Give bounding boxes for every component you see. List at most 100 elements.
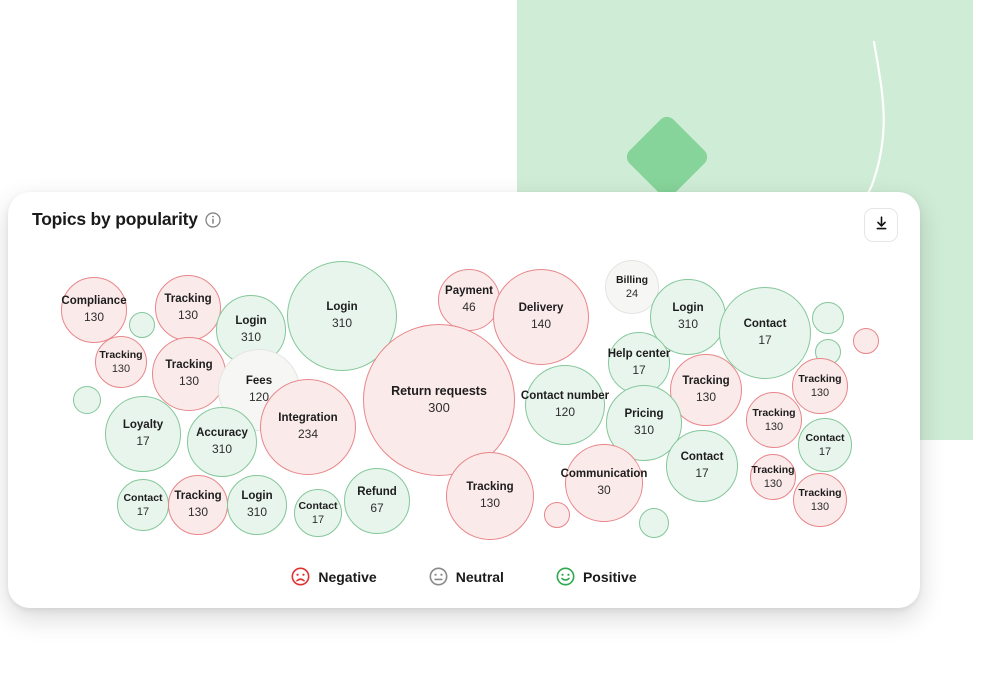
- bubble-label: Tracking: [682, 375, 730, 388]
- legend-label: Positive: [582, 568, 637, 585]
- download-button[interactable]: [864, 208, 898, 242]
- bubble-value: 300: [428, 399, 450, 415]
- smiling-face-icon: [556, 567, 575, 586]
- bubble-value: 67: [370, 500, 384, 515]
- bubble-value: 310: [677, 316, 699, 331]
- bubble-value: 310: [331, 315, 353, 330]
- bubble-value: 30: [597, 482, 611, 497]
- card-header: Topics by popularity: [8, 192, 920, 254]
- bubble-tracking[interactable]: Tracking 130: [746, 392, 802, 448]
- bubble-value: 120: [554, 404, 576, 419]
- bubble-value: 130: [111, 362, 131, 375]
- bubble-value: 17: [758, 332, 772, 347]
- bubble-contact[interactable]: Contact 17: [666, 430, 738, 502]
- bubble-contact[interactable]: Contact 17: [798, 418, 852, 472]
- bubble-payment[interactable]: Payment 46: [438, 269, 500, 331]
- bubble-refund[interactable]: Refund 67: [344, 468, 410, 534]
- bubble-tracking[interactable]: Tracking 130: [750, 454, 796, 500]
- bubble-tracking[interactable]: Tracking 130: [155, 275, 221, 341]
- bubble-value: 130: [764, 420, 784, 433]
- bubble-value: 310: [211, 441, 233, 456]
- bubble-label: Login: [241, 490, 273, 503]
- bubble-chart: Compliance 130 Tracking 130 Login 310 Login 310…: [8, 246, 920, 546]
- bubble-value: 17: [818, 445, 832, 458]
- bubble-tracking[interactable]: Tracking 130: [95, 336, 147, 388]
- bubble-compliance[interactable]: Compliance 130: [61, 277, 127, 343]
- bubble-tracking[interactable]: Tracking 130: [168, 475, 228, 535]
- bubble-label: Contact: [123, 491, 163, 504]
- bubble-unlabeled[interactable]: [853, 328, 879, 354]
- bubble-tracking[interactable]: Tracking 130: [152, 337, 226, 411]
- legend-label: Negative: [318, 568, 377, 585]
- bubble-loyalty[interactable]: Loyalty 17: [105, 396, 181, 472]
- neutral-face-icon: [429, 567, 448, 586]
- bubble-value: 130: [187, 504, 209, 519]
- bubble-label: Contact: [743, 318, 787, 331]
- bubble-unlabeled[interactable]: [639, 508, 669, 538]
- bubble-delivery[interactable]: Delivery 140: [493, 269, 589, 365]
- legend-item-positive[interactable]: Positive: [556, 567, 637, 586]
- bubble-tracking[interactable]: Tracking 130: [792, 358, 848, 414]
- legend-item-neutral[interactable]: Neutral: [429, 567, 504, 586]
- bubble-label: Contact: [298, 499, 338, 512]
- bubble-label: Help center: [607, 348, 671, 361]
- bubble-label: Contact: [680, 451, 724, 464]
- bubble-label: Login: [672, 302, 704, 315]
- bubble-label: Tracking: [798, 486, 842, 499]
- bubble-label: Tracking: [99, 348, 143, 361]
- bubble-label: Tracking: [752, 406, 796, 419]
- bubble-label: Loyalty: [122, 419, 164, 432]
- bubble-label: Pricing: [624, 408, 664, 421]
- bubble-tracking[interactable]: Tracking 130: [793, 473, 847, 527]
- info-circle-icon[interactable]: [205, 211, 221, 228]
- bubble-label: Login: [326, 301, 358, 314]
- page-title: Topics by popularity: [32, 209, 198, 229]
- bubble-label: Communication: [560, 468, 648, 481]
- bubble-unlabeled[interactable]: [73, 386, 101, 414]
- bubble-unlabeled[interactable]: [544, 502, 570, 528]
- bubble-value: 24: [625, 287, 639, 300]
- screenshot-root: Topics by popularity Compliance 130 Trac…: [0, 0, 1000, 700]
- bubble-accuracy[interactable]: Accuracy 310: [187, 407, 257, 477]
- download-icon: [873, 215, 890, 235]
- bubble-label: Tracking: [798, 372, 842, 385]
- bubble-label: Compliance: [61, 295, 127, 308]
- bubble-unlabeled[interactable]: [812, 302, 844, 334]
- bubble-label: Accuracy: [196, 427, 248, 440]
- bubble-contact-number[interactable]: Contact number 120: [521, 365, 609, 445]
- bubble-label: Billing: [615, 273, 649, 286]
- bubble-label: Tracking: [174, 490, 222, 503]
- bubble-label: Refund: [357, 486, 397, 499]
- card-title-group: Topics by popularity: [32, 209, 221, 230]
- legend-label: Neutral: [455, 568, 504, 585]
- bubble-value: 130: [695, 389, 717, 404]
- bubble-unlabeled[interactable]: [129, 312, 155, 338]
- bubble-integration[interactable]: Integration 234: [260, 379, 356, 475]
- bubble-label: Tracking: [751, 463, 795, 476]
- bubble-label: Tracking: [466, 481, 514, 494]
- frowning-face-icon: [291, 567, 310, 586]
- bubble-label: Fees: [245, 375, 273, 388]
- bubble-value: 310: [240, 329, 262, 344]
- bubble-value: 17: [136, 505, 150, 518]
- bubble-tracking[interactable]: Tracking 130: [446, 452, 534, 540]
- bubble-contact[interactable]: Contact 17: [294, 489, 342, 537]
- bubble-label: Contact number: [520, 390, 610, 403]
- topics-by-popularity-card: Topics by popularity Compliance 130 Trac…: [8, 192, 920, 608]
- bubble-value: 130: [810, 386, 830, 399]
- bubble-value: 17: [311, 513, 325, 526]
- bubble-label: Tracking: [164, 293, 212, 306]
- bubble-communication[interactable]: Communication 30: [561, 444, 647, 522]
- bubble-value: 234: [297, 426, 319, 441]
- bubble-value: 310: [246, 504, 268, 519]
- bubble-contact[interactable]: Contact 17: [117, 479, 169, 531]
- bubble-value: 17: [136, 433, 150, 448]
- bubble-value: 140: [530, 316, 552, 331]
- bubble-login[interactable]: Login 310: [227, 475, 287, 535]
- legend-item-negative[interactable]: Negative: [291, 567, 377, 586]
- bubble-label: Payment: [445, 285, 493, 298]
- bubble-label: Integration: [278, 412, 338, 425]
- bubble-value: 130: [810, 500, 830, 513]
- bubble-value: 130: [763, 477, 783, 490]
- bubble-value: 130: [178, 373, 200, 388]
